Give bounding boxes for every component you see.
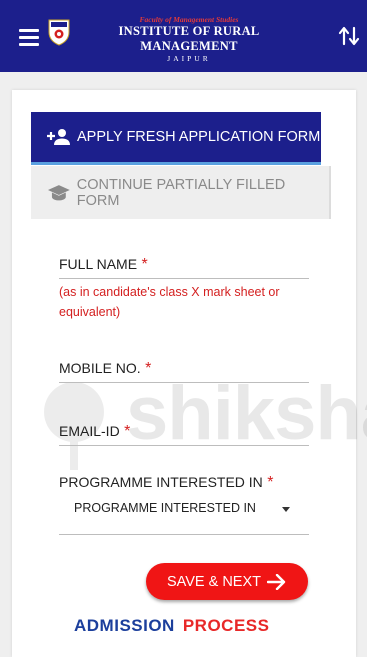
required-mark: *: [267, 474, 274, 491]
hamburger-icon[interactable]: [19, 29, 39, 46]
watermark-text: shiksha: [126, 371, 367, 456]
add-person-icon: [47, 129, 70, 145]
full-name-underline: [59, 278, 309, 279]
admission-word: ADMISSION: [74, 616, 175, 635]
email-underline: [59, 445, 309, 446]
full-name-field[interactable]: FULL NAME *: [59, 256, 309, 279]
app-header: Faculty of Management Studies INSTITUTE …: [0, 0, 367, 72]
mobile-underline: [59, 382, 309, 383]
programme-field: PROGRAMME INTERESTED IN *: [59, 474, 309, 535]
email-label: EMAIL-ID: [59, 423, 120, 439]
mobile-field[interactable]: MOBILE NO. *: [59, 360, 309, 383]
tab-continue-label: CONTINUE PARTIALLY FILLED FORM: [76, 176, 286, 209]
tab-apply-label: APPLY FRESH APPLICATION FORM: [77, 129, 321, 145]
programme-label: PROGRAMME INTERESTED IN: [59, 474, 263, 490]
mobile-label: MOBILE NO.: [59, 360, 141, 376]
dropdown-caret-icon: [282, 507, 290, 512]
faculty-text: Faculty of Management Studies: [139, 15, 239, 24]
admission-process-link[interactable]: ADMISSION PROCESS: [74, 616, 304, 642]
arrow-right-icon: [267, 573, 286, 590]
brand-block: Faculty of Management Studies INSTITUTE …: [76, 15, 302, 63]
full-name-label: FULL NAME: [59, 256, 138, 272]
institute-name: INSTITUTE OF RURAL MANAGEMENT: [118, 24, 260, 53]
required-mark: *: [124, 423, 131, 440]
programme-underline: [59, 534, 309, 535]
email-field[interactable]: EMAIL-ID *: [59, 423, 309, 446]
programme-selected-value: PROGRAMME INTERESTED IN: [74, 501, 256, 515]
form-card: APPLY FRESH APPLICATION FORM CONTINUE PA…: [12, 90, 367, 657]
city-text: JAIPUR: [167, 54, 211, 63]
required-mark: *: [141, 256, 148, 273]
institute-logo: [48, 19, 70, 46]
tab-apply-fresh[interactable]: APPLY FRESH APPLICATION FORM: [31, 112, 321, 165]
programme-select[interactable]: PROGRAMME INTERESTED IN: [74, 501, 296, 523]
save-next-button[interactable]: SAVE & NEXT: [146, 563, 308, 600]
tab-continue-partial[interactable]: CONTINUE PARTIALLY FILLED FORM: [31, 166, 331, 219]
process-word: PROCESS: [182, 616, 270, 635]
graduation-cap-icon: [47, 184, 70, 200]
save-next-label: SAVE & NEXT: [166, 573, 261, 590]
required-mark: *: [145, 360, 152, 377]
full-name-hint: (as in candidate's class X mark sheet or…: [59, 285, 280, 319]
sort-arrows-icon[interactable]: [338, 24, 360, 48]
